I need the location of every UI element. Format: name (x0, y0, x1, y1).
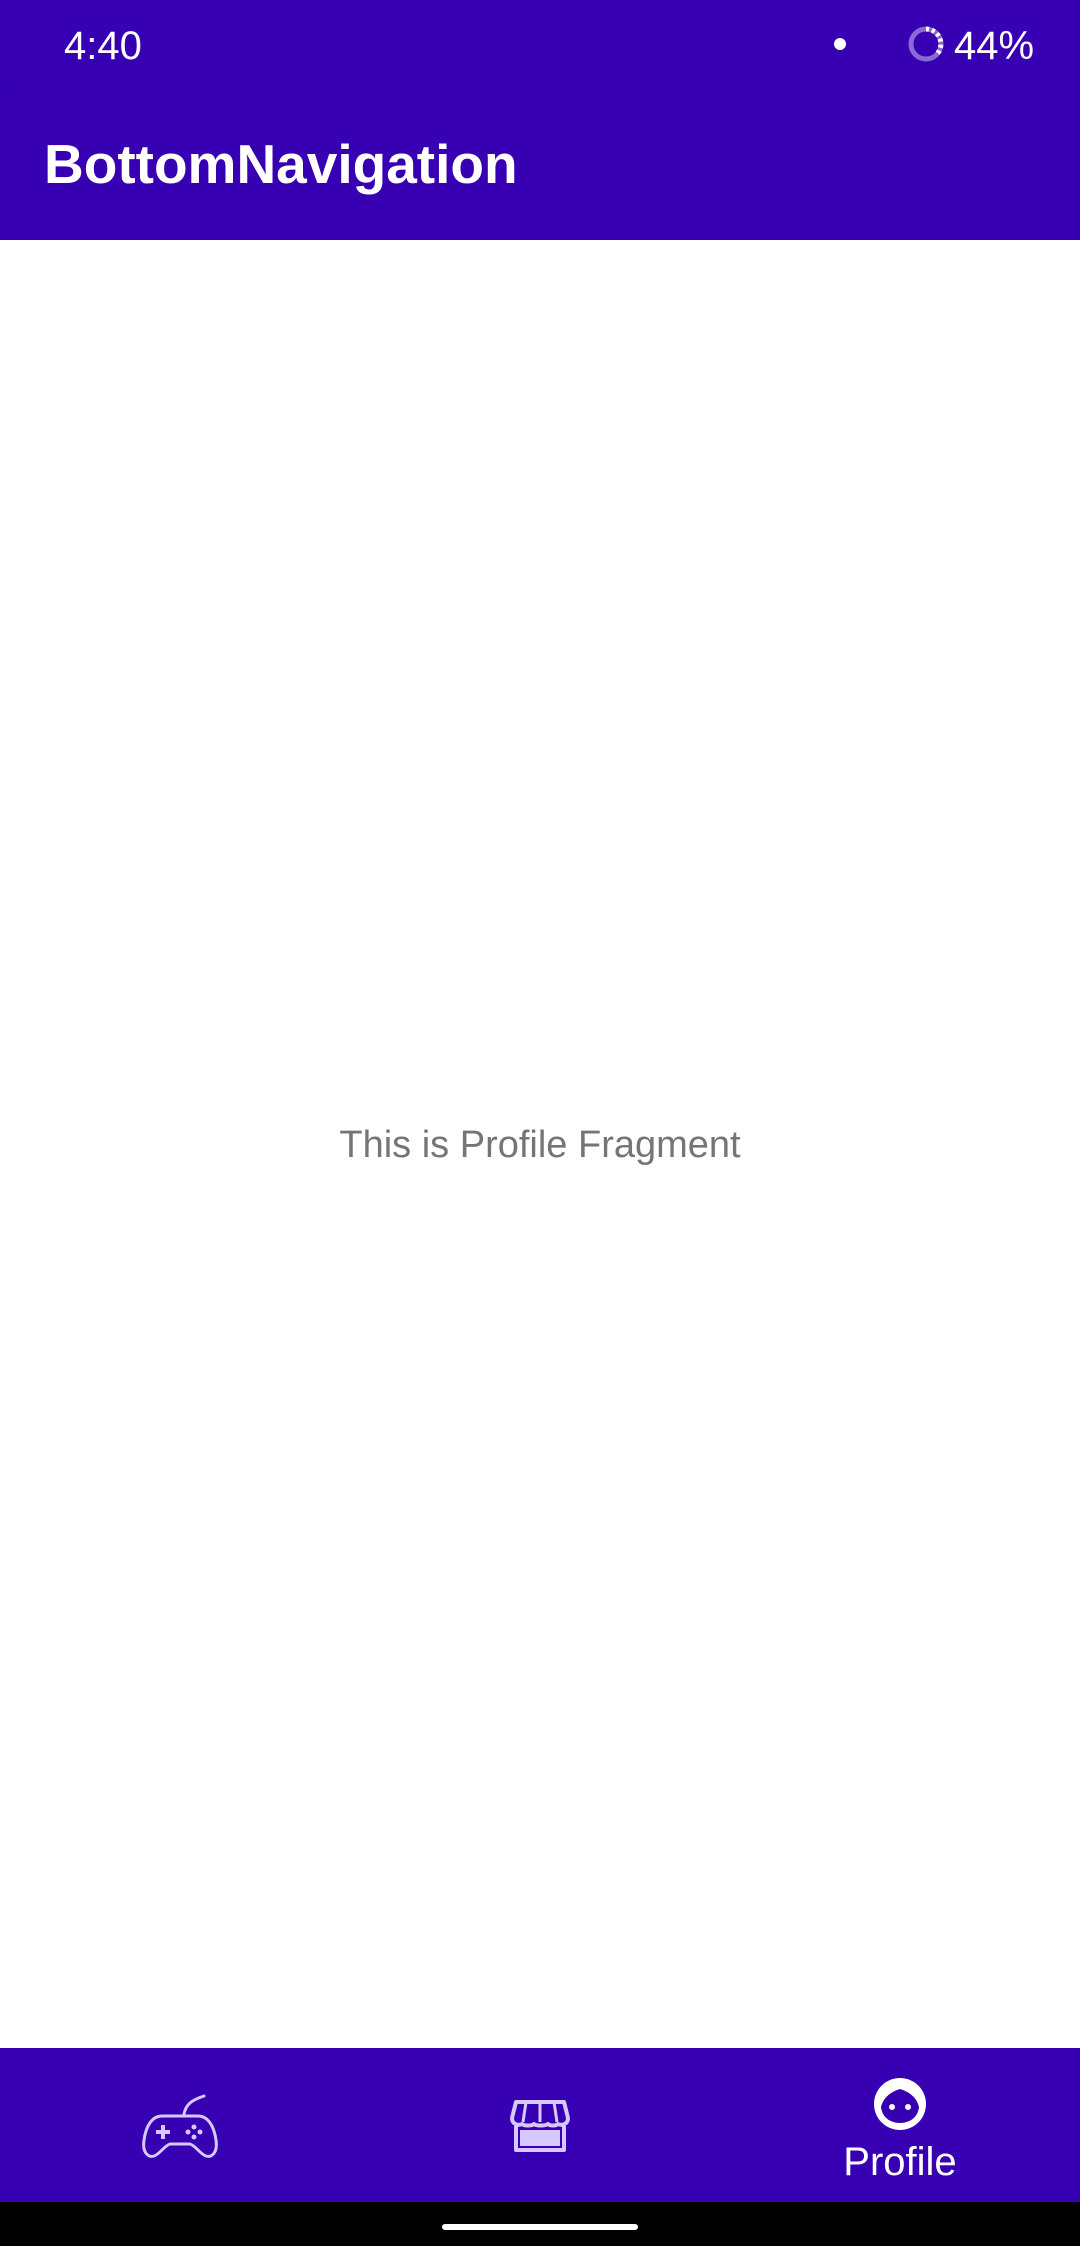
nav-item-store[interactable] (360, 2048, 720, 2202)
gamepad-icon (142, 2094, 218, 2158)
app-bar: BottomNavigation (0, 92, 1080, 240)
bottom-navigation: Profile (0, 2048, 1080, 2202)
store-icon (510, 2100, 570, 2152)
battery-percentage: 44% (954, 24, 1035, 68)
status-time: 4:40 (64, 24, 142, 68)
app-title: BottomNavigation (44, 133, 518, 195)
nav-item-profile[interactable]: Profile (720, 2048, 1080, 2202)
notification-dot-icon (834, 38, 846, 50)
screen: 4:40 44% BottomNavigation This is Profil… (0, 0, 1080, 2246)
home-indicator[interactable] (442, 2224, 638, 2230)
status-bar: 4:40 44% (0, 0, 1080, 92)
battery-icon (908, 26, 944, 62)
nav-item-games[interactable] (0, 2048, 360, 2202)
system-navigation-bar (0, 2202, 1080, 2246)
fragment-message: This is Profile Fragment (339, 1124, 741, 1166)
nav-label-profile: Profile (843, 2140, 957, 2184)
fragment-container: This is Profile Fragment (0, 240, 1080, 2048)
profile-face-icon (874, 2078, 926, 2130)
